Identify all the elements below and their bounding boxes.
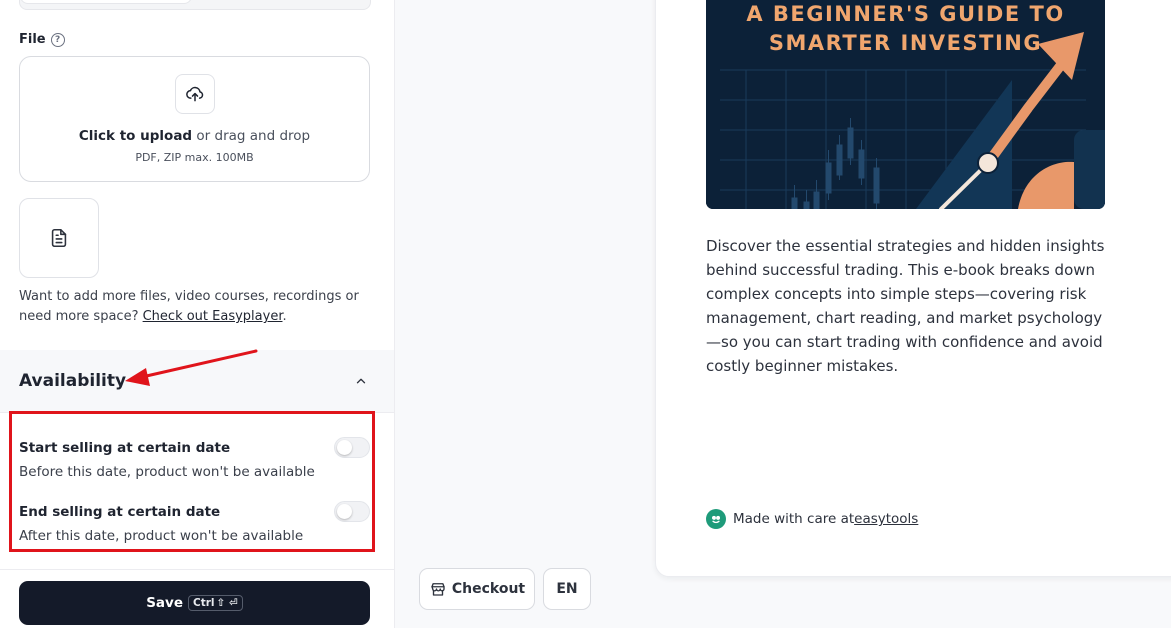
easytools-logo-icon xyxy=(706,509,726,529)
easytools-link[interactable]: easytools xyxy=(854,511,918,527)
uploaded-file-thumbnail[interactable] xyxy=(19,198,99,278)
bottom-divider xyxy=(0,569,394,570)
easyplayer-link[interactable]: Check out Easyplayer xyxy=(143,309,283,324)
more-files-note: Want to add more files, video courses, r… xyxy=(19,287,369,327)
ebook-cover-image: A BEGINNER'S GUIDE TO SMARTER INVESTING xyxy=(706,0,1105,209)
file-text-icon xyxy=(51,228,67,248)
checkout-button[interactable]: Checkout xyxy=(419,568,535,610)
type-tab-switch[interactable] xyxy=(19,0,371,10)
cover-title-line2: SMARTER INVESTING xyxy=(768,31,1043,55)
language-button[interactable]: EN xyxy=(543,568,591,610)
help-circle-icon[interactable]: ? xyxy=(50,32,65,47)
checkout-icon xyxy=(431,583,445,596)
cloud-upload-icon xyxy=(186,86,204,102)
save-shortcut-badge: Ctrl ⇧ ⏎ xyxy=(188,595,243,611)
product-description: Discover the essential strategies and hi… xyxy=(706,237,1105,375)
cover-title-line1: A BEGINNER'S GUIDE TO xyxy=(746,2,1065,26)
shortcut-ctrl: Ctrl xyxy=(193,597,215,609)
made-with-footer: Made with care at easytools xyxy=(706,509,918,529)
availability-section-header[interactable]: Availability xyxy=(0,350,394,413)
upload-instructions: Click to upload or drag and drop xyxy=(20,128,369,144)
drag-drop-text: or drag and drop xyxy=(192,128,311,144)
file-label-text: File xyxy=(19,32,46,47)
checkout-label: Checkout xyxy=(451,581,526,597)
shortcut-keys: ⇧ ⏎ xyxy=(216,597,238,609)
chevron-up-icon[interactable] xyxy=(354,374,368,388)
upload-formats: PDF, ZIP max. 100MB xyxy=(135,151,254,164)
annotation-highlight-box xyxy=(9,411,375,552)
more-files-end: . xyxy=(282,309,287,324)
type-tab-active[interactable] xyxy=(20,0,192,4)
availability-title: Availability xyxy=(19,371,127,391)
made-with-text: Made with care at xyxy=(733,511,855,527)
file-label: File ? xyxy=(19,32,65,47)
upload-icon-box xyxy=(175,74,215,114)
save-label: Save xyxy=(146,595,183,611)
click-to-upload-link[interactable]: Click to upload xyxy=(79,128,192,144)
file-upload-dropzone[interactable]: Click to upload or drag and drop PDF, ZI… xyxy=(19,56,370,182)
save-button[interactable]: Save Ctrl ⇧ ⏎ xyxy=(19,581,370,625)
